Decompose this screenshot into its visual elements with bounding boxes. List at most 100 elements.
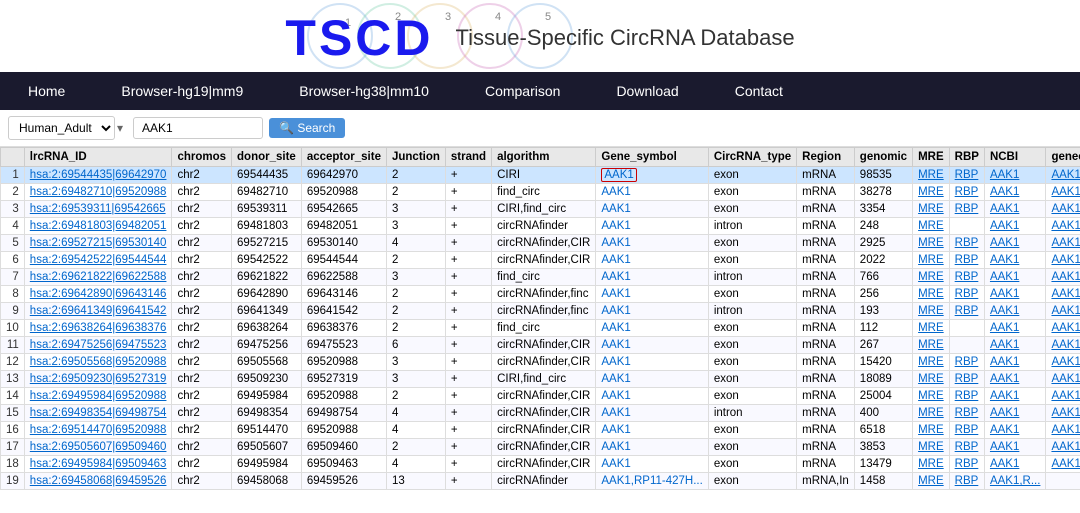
gene-symbol-cell[interactable]: AAK1 [596,269,708,286]
rbp-cell[interactable]: RBP [949,252,984,269]
rbp-cell[interactable]: RBP [949,405,984,422]
genecards-link[interactable]: AAK1 [1051,220,1080,232]
genecards-link[interactable]: AAK1 [1051,339,1080,351]
genecards-link[interactable]: AAK1 [1051,373,1080,385]
genecards-cell[interactable]: AAK1 [1046,354,1080,371]
rbp-cell[interactable]: RBP [949,286,984,303]
ncbi-cell[interactable]: AAK1 [984,235,1046,252]
genecards-cell[interactable]: AAK1 [1046,388,1080,405]
ncbi-cell[interactable]: AAK1 [984,371,1046,388]
ncbi-cell[interactable]: AAK1 [984,439,1046,456]
gene-link[interactable]: AAK1 [601,390,630,402]
lrcrna-id-cell[interactable]: hsa:2:69638264|69638376 [24,320,172,337]
genecards-cell[interactable]: AAK1 [1046,303,1080,320]
rbp-cell[interactable]: RBP [949,269,984,286]
lrcrna-id-cell[interactable]: hsa:2:69475256|69475523 [24,337,172,354]
mre-link[interactable]: MRE [918,407,944,419]
ncbi-link[interactable]: AAK1 [990,322,1019,334]
genecards-cell[interactable]: AAK1 [1046,337,1080,354]
ncbi-link[interactable]: AAK1 [990,237,1019,249]
table-row[interactable]: 7 hsa:2:69621822|69622588 chr2 69621822 … [1,269,1080,286]
mre-cell[interactable]: MRE [913,456,950,473]
ncbi-link[interactable]: AAK1 [990,186,1019,198]
lrcrna-id-link[interactable]: hsa:2:69539311|69542665 [30,203,166,215]
gene-symbol-cell[interactable]: AAK1 [596,303,708,320]
gene-symbol-cell[interactable]: AAK1 [596,320,708,337]
mre-link[interactable]: MRE [918,475,944,487]
gene-link[interactable]: AAK1 [601,271,630,283]
mre-cell[interactable]: MRE [913,201,950,218]
ncbi-cell[interactable]: AAK1 [984,167,1046,184]
ncbi-cell[interactable]: AAK1 [984,405,1046,422]
rbp-cell[interactable]: RBP [949,456,984,473]
ncbi-cell[interactable]: AAK1 [984,218,1046,235]
mre-cell[interactable]: MRE [913,167,950,184]
genecards-link[interactable]: AAK1 [1051,203,1080,215]
mre-cell[interactable]: MRE [913,405,950,422]
rbp-cell[interactable]: RBP [949,184,984,201]
mre-link[interactable]: MRE [918,390,944,402]
ncbi-link[interactable]: AAK1 [990,169,1019,181]
lrcrna-id-link[interactable]: hsa:2:69505607|69509460 [30,441,167,453]
gene-link[interactable]: AAK1 [601,373,630,385]
rbp-link[interactable]: RBP [955,390,979,402]
mre-cell[interactable]: MRE [913,371,950,388]
rbp-link[interactable]: RBP [955,373,979,385]
table-row[interactable]: 19 hsa:2:69458068|69459526 chr2 69458068… [1,473,1080,490]
table-row[interactable]: 6 hsa:2:69542522|69544544 chr2 69542522 … [1,252,1080,269]
ncbi-cell[interactable]: AAK1 [984,354,1046,371]
genecards-cell[interactable]: AAK1 [1046,456,1080,473]
nav-contact[interactable]: Contact [707,72,811,110]
search-input[interactable] [133,117,263,139]
lrcrna-id-cell[interactable]: hsa:2:69495984|69520988 [24,388,172,405]
lrcrna-id-link[interactable]: hsa:2:69495984|69520988 [30,390,167,402]
table-row[interactable]: 16 hsa:2:69514470|69520988 chr2 69514470… [1,422,1080,439]
mre-cell[interactable]: MRE [913,269,950,286]
genecards-cell[interactable]: AAK1 [1046,201,1080,218]
gene-link[interactable]: AAK1 [601,305,630,317]
mre-link[interactable]: MRE [918,271,944,283]
lrcrna-id-link[interactable]: hsa:2:69542522|69544544 [30,254,167,266]
table-row[interactable]: 5 hsa:2:69527215|69530140 chr2 69527215 … [1,235,1080,252]
gene-symbol-cell[interactable]: AAK1 [596,422,708,439]
gene-link[interactable]: AAK1 [601,458,630,470]
table-row[interactable]: 18 hsa:2:69495984|69509463 chr2 69495984… [1,456,1080,473]
mre-cell[interactable]: MRE [913,303,950,320]
gene-symbol-cell[interactable]: AAK1 [596,184,708,201]
gene-symbol-cell[interactable]: AAK1 [596,337,708,354]
rbp-link[interactable]: RBP [955,356,979,368]
gene-symbol-cell[interactable]: AAK1 [596,235,708,252]
table-row[interactable]: 2 hsa:2:69482710|69520988 chr2 69482710 … [1,184,1080,201]
lrcrna-id-link[interactable]: hsa:2:69641349|69641542 [30,305,167,317]
genecards-link[interactable]: AAK1 [1051,322,1080,334]
genecards-link[interactable]: AAK1 [1051,186,1080,198]
rbp-cell[interactable]: RBP [949,235,984,252]
genecards-link[interactable]: AAK1 [1051,237,1080,249]
lrcrna-id-cell[interactable]: hsa:2:69505568|69520988 [24,354,172,371]
rbp-link[interactable]: RBP [955,475,979,487]
rbp-cell[interactable]: RBP [949,473,984,490]
lrcrna-id-link[interactable]: hsa:2:69514470|69520988 [30,424,167,436]
lrcrna-id-link[interactable]: hsa:2:69527215|69530140 [30,237,167,249]
lrcrna-id-link[interactable]: hsa:2:69544435|69642970 [30,169,167,181]
gene-link[interactable]: AAK1 [601,424,630,436]
mre-link[interactable]: MRE [918,356,944,368]
table-row[interactable]: 15 hsa:2:69498354|69498754 chr2 69498354… [1,405,1080,422]
gene-symbol-cell[interactable]: AAK1 [596,388,708,405]
lrcrna-id-cell[interactable]: hsa:2:69481803|69482051 [24,218,172,235]
genecards-cell[interactable]: AAK1 [1046,286,1080,303]
lrcrna-id-link[interactable]: hsa:2:69505568|69520988 [30,356,167,368]
mre-link[interactable]: MRE [918,169,944,181]
rbp-cell[interactable]: RBP [949,167,984,184]
mre-link[interactable]: MRE [918,441,944,453]
lrcrna-id-cell[interactable]: hsa:2:69458068|69459526 [24,473,172,490]
table-row[interactable]: 8 hsa:2:69642890|69643146 chr2 69642890 … [1,286,1080,303]
ncbi-link[interactable]: AAK1 [990,373,1019,385]
lrcrna-id-link[interactable]: hsa:2:69642890|69643146 [30,288,167,300]
mre-cell[interactable]: MRE [913,439,950,456]
gene-symbol-cell[interactable]: AAK1 [596,167,708,184]
mre-link[interactable]: MRE [918,373,944,385]
lrcrna-id-cell[interactable]: hsa:2:69514470|69520988 [24,422,172,439]
gene-symbol-cell[interactable]: AAK1 [596,252,708,269]
rbp-link[interactable]: RBP [955,424,979,436]
